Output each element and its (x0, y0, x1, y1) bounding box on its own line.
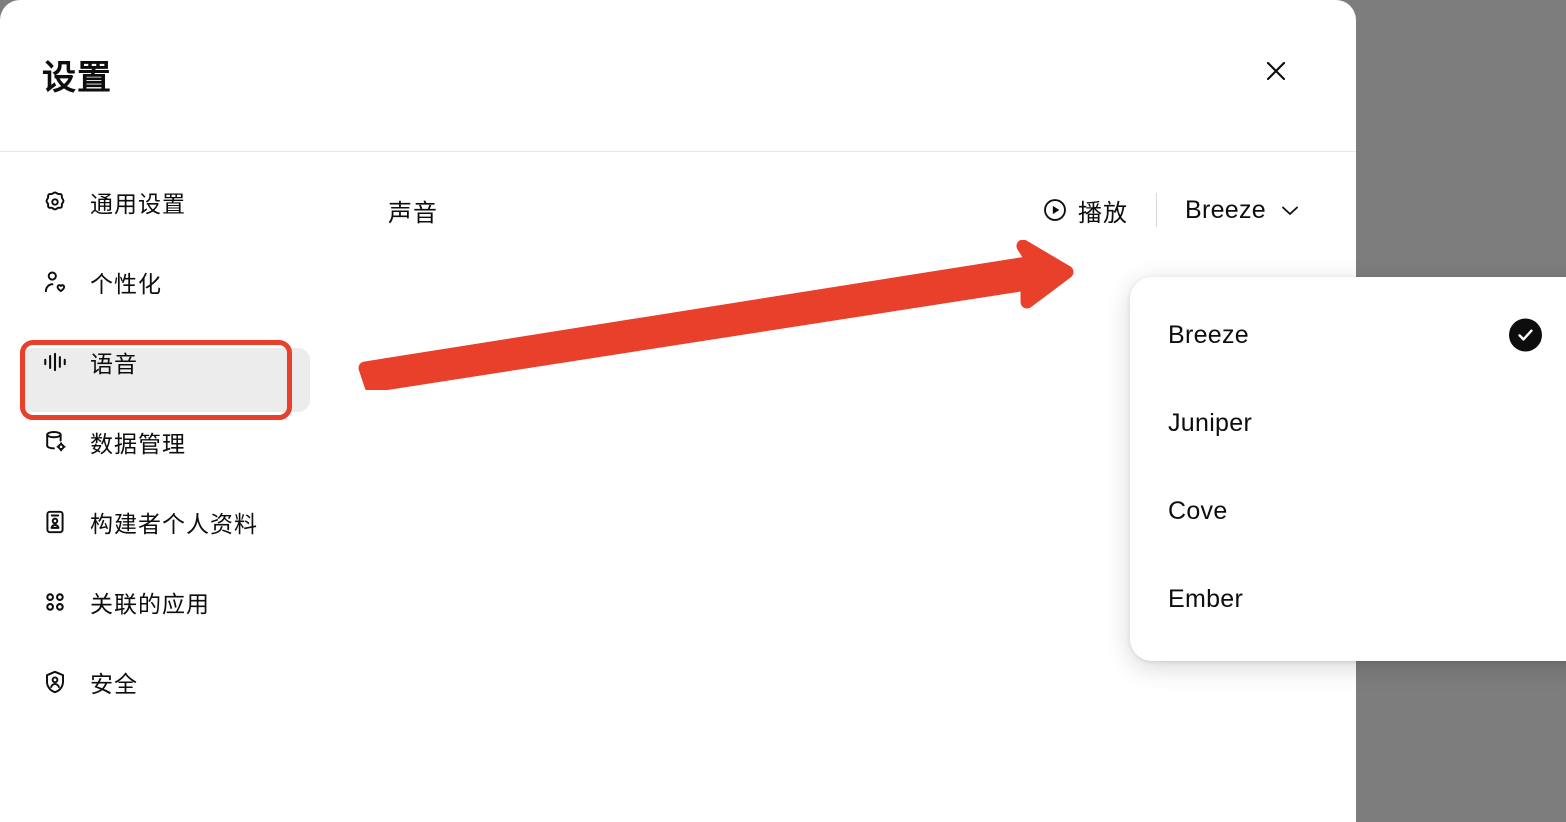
dropdown-option-label: Ember (1168, 584, 1244, 613)
apps-grid-icon (42, 589, 68, 615)
sidebar-item-voice[interactable]: 语音 (20, 334, 310, 390)
dropdown-option-ember[interactable]: Ember (1130, 577, 1566, 621)
sidebar-item-label: 数据管理 (90, 431, 186, 457)
voice-select-trigger[interactable]: Breeze (1185, 196, 1300, 225)
sidebar-item-label: 关联的应用 (90, 591, 210, 617)
sidebar-item-security[interactable]: 安全 (20, 654, 310, 710)
dropdown-option-label: Breeze (1168, 320, 1250, 349)
dialog-header: 设置 (0, 0, 1356, 152)
dropdown-option-label: Juniper (1168, 408, 1253, 437)
page-title: 设置 (42, 59, 112, 97)
sidebar-item-label: 构建者个人资料 (90, 511, 258, 537)
dropdown-option-label: Cove (1168, 496, 1228, 525)
dropdown-option-juniper[interactable]: Juniper (1130, 401, 1566, 445)
sidebar-item-label: 个性化 (90, 271, 162, 297)
voice-controls: 播放 Breeze (1042, 193, 1300, 228)
id-card-icon (42, 509, 68, 535)
sidebar-item-data-controls[interactable]: 数据管理 (20, 414, 310, 470)
sidebar-item-label: 语音 (90, 351, 138, 377)
dropdown-option-breeze[interactable]: Breeze (1130, 313, 1566, 357)
check-icon (1509, 318, 1542, 352)
voice-select-value: Breeze (1184, 195, 1266, 224)
close-icon (1264, 59, 1288, 86)
shield-person-icon (42, 669, 68, 695)
play-circle-icon (1042, 197, 1068, 223)
chevron-down-icon (1280, 204, 1300, 217)
database-gear-icon (42, 429, 68, 455)
play-button-label: 播放 (1077, 199, 1128, 227)
voice-section-label: 声音 (388, 199, 438, 227)
sidebar-item-general[interactable]: 通用设置 (20, 174, 310, 230)
settings-sidebar: 通用设置 个性化 语音 数据管理 构建者个人资料 关联的应用 安全 (0, 152, 340, 822)
sidebar-item-builder-profile[interactable]: 构建者个人资料 (20, 494, 310, 550)
person-heart-icon (42, 269, 68, 295)
dropdown-option-cove[interactable]: Cove (1130, 489, 1566, 533)
sidebar-item-label: 安全 (90, 671, 138, 697)
screen-root: 设置 通用设置 个性化 语音 数据管理 构建者个人资料 关联的应用 安全 声音 … (0, 0, 1566, 822)
voice-setting-row: 声音 播放 Breeze (340, 190, 1356, 230)
voice-select-dropdown: Breeze Juniper Cove Ember (1130, 277, 1566, 661)
control-divider (1155, 193, 1157, 227)
close-button[interactable] (1254, 50, 1298, 94)
play-button[interactable]: 播放 (1042, 193, 1128, 228)
gear-icon (42, 189, 68, 215)
sidebar-item-personalization[interactable]: 个性化 (20, 254, 310, 310)
sidebar-item-label: 通用设置 (90, 191, 186, 217)
voice-waveform-icon (42, 349, 68, 375)
sidebar-item-connected-apps[interactable]: 关联的应用 (20, 574, 310, 630)
